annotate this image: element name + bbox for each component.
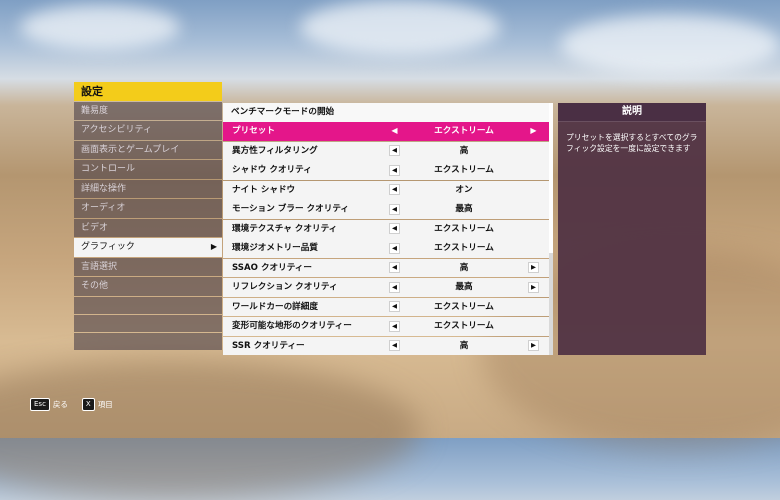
esc-key-icon: Esc (30, 398, 50, 411)
back-hint[interactable]: Esc 戻る (30, 398, 68, 411)
chevron-right-icon: ▶ (210, 242, 217, 252)
sidebar-filler (74, 296, 222, 314)
sidebar-item-label: コントロール (81, 164, 136, 175)
setting-row[interactable]: モーション ブラー クオリティ ◀ 最高 (223, 200, 553, 220)
setting-row[interactable]: 環境テクスチャ クオリティ ◀ エクストリーム (223, 219, 553, 239)
sidebar-item-label: 画面表示とゲームプレイ (81, 144, 180, 155)
setting-label: リフレクション クオリティ (232, 282, 338, 293)
sidebar-filler (74, 332, 222, 350)
sidebar-title: 設定 (74, 82, 222, 101)
decrease-arrow-icon[interactable]: ◀ (389, 281, 400, 293)
increase-arrow-icon[interactable]: ▶ (528, 126, 539, 137)
setting-row[interactable]: シャドウ クオリティ ◀ エクストリーム (223, 161, 553, 181)
sidebar-item-label: その他 (81, 281, 109, 292)
increase-arrow-icon[interactable]: ▶ (528, 340, 539, 352)
back-label: 戻る (52, 400, 68, 409)
sidebar-item-label: 詳細な操作 (81, 183, 127, 194)
item-label: 項目 (97, 400, 113, 409)
setting-label: 環境テクスチャ クオリティ (232, 223, 338, 234)
sidebar-item-label: オーディオ (81, 203, 126, 214)
settings-sidebar: 設定 難易度アクセシビリティ画面表示とゲームプレイ コントロール 詳細な操作オーディ… (74, 82, 222, 354)
decrease-arrow-icon[interactable]: ◀ (389, 340, 400, 352)
setting-row[interactable]: 環境ジオメトリー品質 ◀ エクストリーム (223, 239, 553, 258)
sidebar-item[interactable]: コントロール (74, 160, 222, 179)
sidebar-item[interactable]: グラフィック ▶ (74, 238, 222, 257)
setting-row[interactable]: 異方性フィルタリング ◀ 高 (223, 141, 553, 161)
decrease-arrow-icon[interactable]: ◀ (389, 262, 400, 274)
sidebar-item[interactable]: 難易度 (74, 101, 222, 121)
description-panel: 説明 プリセットを選択するとすべてのグラフィック設定を一度に設定できます (558, 103, 706, 355)
benchmark-mode-button[interactable]: ベンチマークモードの開始 (223, 103, 553, 122)
setting-row[interactable]: 変形可能な地形のクオリティー ◀ エクストリーム (223, 317, 553, 336)
setting-value: エクストリーム (434, 321, 494, 332)
setting-row[interactable]: ナイト シャドウ ◀ オン (223, 180, 553, 200)
setting-value: オン (455, 184, 473, 195)
item-hint[interactable]: X 項目 (81, 398, 113, 411)
setting-row[interactable]: SSR クオリティー ◀ 高 ▶ (223, 336, 553, 356)
setting-value: エクストリーム (434, 301, 494, 312)
sidebar-item[interactable]: 言語選択 (74, 257, 222, 277)
setting-label: 環境ジオメトリー品質 (232, 243, 318, 254)
sidebar-item[interactable]: その他 (74, 277, 222, 296)
settings-scrollbar[interactable] (549, 103, 553, 355)
decrease-arrow-icon[interactable]: ◀ (389, 164, 400, 176)
sidebar-item[interactable]: ビデオ (74, 218, 222, 238)
scrollbar-thumb[interactable] (549, 103, 553, 253)
increase-arrow-icon[interactable]: ▶ (528, 262, 539, 274)
description-text: プリセットを選択するとすべてのグラフィック設定を一度に設定できます (566, 133, 698, 153)
setting-row[interactable]: プリセット ◀ エクストリーム ▶ (223, 122, 553, 142)
decrease-arrow-icon[interactable]: ◀ (389, 184, 400, 196)
sidebar-item[interactable]: アクセシビリティ (74, 121, 222, 140)
sidebar-item-label: 言語選択 (81, 261, 118, 272)
graphics-settings-list: ベンチマークモードの開始 プリセット ◀ エクストリーム ▶ 異方性フィルタリング ◀ 高シ… (223, 103, 553, 356)
sidebar-item[interactable]: 詳細な操作 (74, 179, 222, 199)
decrease-arrow-icon[interactable]: ◀ (389, 242, 400, 254)
setting-label: 変形可能な地形のクオリティー (232, 321, 352, 332)
setting-row[interactable]: ワールドカーの詳細度 ◀ エクストリーム (223, 297, 553, 317)
setting-row[interactable]: リフレクション クオリティ ◀ 最高 ▶ (223, 278, 553, 297)
decrease-arrow-icon[interactable]: ◀ (389, 145, 400, 157)
setting-value: エクストリーム (434, 126, 494, 137)
footer-hints: Esc 戻る X 項目 (30, 398, 121, 411)
setting-value: エクストリーム (434, 165, 494, 176)
sidebar-item[interactable]: 画面表示とゲームプレイ (74, 140, 222, 160)
decrease-arrow-icon[interactable]: ◀ (389, 223, 400, 235)
setting-value: 最高 (455, 204, 473, 215)
increase-arrow-icon[interactable]: ▶ (528, 281, 539, 293)
sidebar-item-label: ビデオ (81, 222, 109, 233)
setting-label: プリセット (232, 126, 275, 137)
sidebar-item-label: グラフィック (81, 242, 135, 253)
sidebar-filler (74, 314, 222, 332)
setting-value: 高 (459, 340, 469, 351)
setting-label: SSAO クオリティー (232, 262, 312, 273)
decrease-arrow-icon[interactable]: ◀ (389, 320, 400, 332)
setting-label: SSR クオリティー (232, 340, 305, 351)
decrease-arrow-icon[interactable]: ◀ (389, 301, 400, 313)
setting-label: ナイト シャドウ (232, 184, 296, 195)
setting-value: 最高 (455, 282, 473, 293)
sidebar-item-label: 難易度 (81, 105, 109, 116)
setting-label: ワールドカーの詳細度 (232, 301, 318, 312)
setting-label: シャドウ クオリティ (232, 165, 312, 176)
setting-label: モーション ブラー クオリティ (232, 204, 350, 215)
description-title: 説明 (558, 103, 706, 122)
sidebar-item[interactable]: オーディオ (74, 199, 222, 218)
decrease-arrow-icon[interactable]: ◀ (389, 126, 400, 137)
decrease-arrow-icon[interactable]: ◀ (389, 203, 400, 215)
setting-value: 高 (459, 145, 469, 156)
setting-value: エクストリーム (434, 223, 494, 234)
setting-label: 異方性フィルタリング (232, 145, 318, 156)
sidebar-item-label: アクセシビリティ (81, 125, 153, 136)
setting-value: エクストリーム (434, 243, 494, 254)
setting-value: 高 (459, 262, 469, 273)
setting-row[interactable]: SSAO クオリティー ◀ 高 ▶ (223, 258, 553, 278)
x-key-icon: X (81, 398, 95, 411)
